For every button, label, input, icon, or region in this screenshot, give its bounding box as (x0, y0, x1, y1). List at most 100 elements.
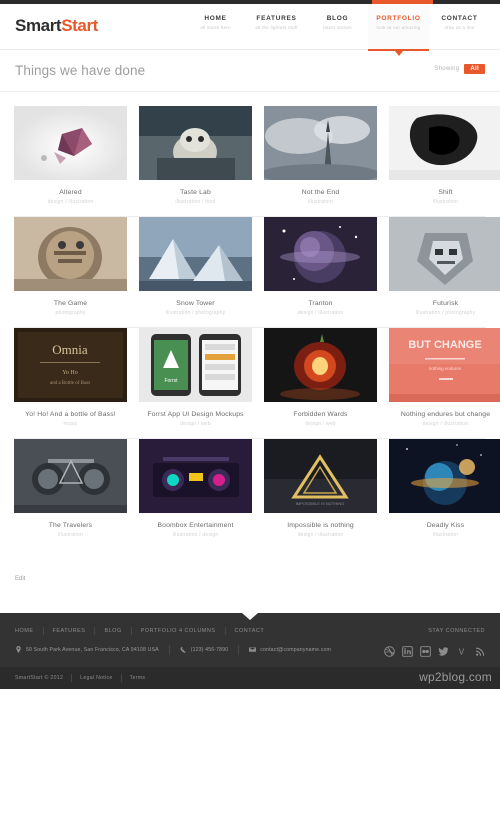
portfolio-item[interactable]: Shift illustration (389, 106, 500, 216)
portfolio-item-category: photography (55, 310, 86, 316)
portfolio-item[interactable]: Forbidden Wards design / web (264, 328, 377, 438)
portfolio-item-category: music (63, 421, 78, 427)
portfolio-caption: Impossible is nothing design / illustrati… (264, 513, 377, 549)
portfolio-item[interactable]: Deadly Kiss illustration (389, 439, 500, 549)
nav-item-home[interactable]: HOME all starts here (185, 4, 246, 50)
nav-item-contact[interactable]: CONTACT drop us a line (429, 4, 490, 50)
portfolio-item[interactable]: The Travelers illustration (14, 439, 127, 549)
portfolio-item[interactable]: Snow Tower illustration / photography (139, 217, 252, 327)
portfolio-thumbnail[interactable] (14, 217, 127, 291)
portfolio-thumbnail[interactable] (264, 328, 377, 402)
portfolio-item[interactable]: Futurisk illustration / photography (389, 217, 500, 327)
portfolio-item[interactable]: Not the End illustration (264, 106, 377, 216)
portfolio-row: The Game photography Snow Tower illustratio… (14, 217, 500, 327)
footer-nav-blog[interactable]: BLOG (95, 627, 132, 635)
footer-phone: (123) 456-7890 (170, 644, 240, 655)
social-icon-dribbble[interactable] (384, 644, 395, 657)
portfolio-item-category: design / web (180, 421, 211, 427)
portfolio-item-title: Yo! Ho! And a bottle of Bass! (25, 411, 116, 418)
social-icon-twitter[interactable] (438, 644, 449, 656)
portfolio-item-category: design / illustration (297, 310, 344, 316)
site-logo[interactable]: SmartStart (15, 16, 98, 36)
portfolio-thumbnail[interactable] (389, 106, 500, 180)
showing-filter-all-button[interactable]: All (464, 64, 485, 74)
footer-nav-home[interactable]: HOME (15, 627, 44, 635)
portfolio-item[interactable]: Omnia Yo Ho and a Bottle of Bass Yo! Ho! An… (14, 328, 127, 438)
portfolio-thumbnail[interactable] (389, 217, 500, 291)
page-title: Things we have done (15, 63, 146, 78)
portfolio-thumbnail[interactable] (389, 439, 500, 513)
portfolio-item-category: design / web (305, 421, 336, 427)
page-root: SmartStart HOME all starts here FEATURES al… (0, 0, 500, 814)
footer-nav-features[interactable]: FEATURES (44, 627, 96, 635)
footer-email-text[interactable]: contact@companyname.com (260, 647, 331, 653)
social-icon-linkedin[interactable] (402, 644, 413, 657)
terms-link[interactable]: Terms (122, 674, 154, 682)
nav-label: FEATURES (256, 15, 297, 22)
social-icon-rss[interactable] (474, 644, 485, 656)
social-icon-vimeo[interactable]: V (456, 644, 467, 657)
portfolio-item-category: illustration / photography (165, 310, 226, 316)
portfolio-item-category: illustration (433, 532, 458, 538)
portfolio-thumbnail[interactable]: IMPOSSIBLE IS NOTHING (264, 439, 377, 513)
nav-label: PORTFOLIO (376, 15, 421, 22)
portfolio-item[interactable]: BUT CHANGE nothing endures Nothing endures… (389, 328, 500, 438)
footer-nav: HOME FEATURES BLOG PORTFOLIO 4 COLUMNS CONTA… (15, 627, 273, 635)
portfolio-row: Altered design / illustration Taste Lab ill… (14, 106, 500, 216)
portfolio-item-category: illustration / food (175, 199, 216, 205)
portfolio-thumbnail[interactable]: Omnia Yo Ho and a Bottle of Bass (14, 328, 127, 402)
nav-item-portfolio[interactable]: PORTFOLIO look at our amazing (368, 4, 429, 56)
legal-notice-link[interactable]: Legal Notice (72, 674, 122, 682)
portfolio-item[interactable]: Tranton design / illustration (264, 217, 377, 327)
portfolio-thumbnail[interactable] (14, 106, 127, 180)
nav-sublabel: latest stories (323, 24, 352, 30)
nav-sublabel: all the lightest stuff (255, 24, 298, 30)
watermark-text: wp2blog.com (419, 670, 492, 684)
portfolio-thumbnail[interactable] (139, 439, 252, 513)
portfolio-thumbnail[interactable]: BUT CHANGE nothing endures (389, 328, 500, 402)
showing-filter: Showing All (434, 64, 485, 74)
portfolio-item[interactable]: Boombox Entertainment illustration / desi… (139, 439, 252, 549)
portfolio-caption: Deadly Kiss illustration (389, 513, 500, 549)
nav-item-blog[interactable]: BLOG latest stories (307, 4, 368, 50)
portfolio-item-title: Forbidden Wards (293, 411, 348, 418)
portfolio-item[interactable]: The Game photography (14, 217, 127, 327)
social-icon-flickr[interactable] (420, 644, 431, 657)
portfolio-thumbnail[interactable]: Forrst (139, 328, 252, 402)
footer-top: HOME FEATURES BLOG PORTFOLIO 4 COLUMNS CONTA… (0, 613, 500, 642)
svg-text:BUT CHANGE: BUT CHANGE (408, 339, 481, 351)
portfolio-item-title: Taste Lab (180, 189, 211, 196)
footer-nav-portfolio-4-columns[interactable]: PORTFOLIO 4 COLUMNS (132, 627, 226, 635)
portfolio-item[interactable]: Altered design / illustration (14, 106, 127, 216)
portfolio-thumbnail[interactable] (139, 217, 252, 291)
location-pin-icon (15, 646, 22, 653)
footer-email: contact@companyname.com (239, 645, 331, 655)
nav-label: BLOG (326, 15, 349, 22)
footer-address-text: 50 South Park Avenue, San Francisco, CA … (26, 646, 159, 653)
site-footer: HOME FEATURES BLOG PORTFOLIO 4 COLUMNS CONTA… (0, 613, 500, 689)
stay-connected-label: STAY CONNECTED (428, 628, 485, 634)
portfolio-caption: Not the End illustration (264, 180, 377, 216)
portfolio-item[interactable]: Forrst Forrst App UI Design Mockups design… (139, 328, 252, 438)
portfolio-item-title: Snow Tower (176, 300, 215, 307)
footer-phone-text[interactable]: (123) 456-7890 (191, 647, 229, 653)
footer-legal: SmartStart © 2012 Legal Notice Terms (15, 674, 153, 682)
showing-label: Showing (434, 66, 460, 72)
envelope-icon (249, 646, 257, 653)
copyright-text: SmartStart © 2012 (15, 674, 73, 682)
portfolio-caption: Forbidden Wards design / web (264, 402, 377, 438)
edit-link[interactable]: Edit (15, 576, 25, 582)
portfolio-item-title: Forrst App UI Design Mockups (147, 411, 244, 418)
nav-item-features[interactable]: FEATURES all the lightest stuff (246, 4, 307, 50)
portfolio-thumbnail[interactable] (264, 217, 377, 291)
footer-nav-contact[interactable]: CONTACT (226, 627, 274, 635)
portfolio-item[interactable]: Taste Lab illustration / food (139, 106, 252, 216)
portfolio-item[interactable]: IMPOSSIBLE IS NOTHING Impossible is nothi… (264, 439, 377, 549)
portfolio-caption: Forrst App UI Design Mockups design / web (139, 402, 252, 438)
portfolio-thumbnail[interactable] (139, 106, 252, 180)
portfolio-item-category: design / illustration (422, 421, 469, 427)
portfolio-caption: The Game photography (14, 291, 127, 327)
portfolio-thumbnail[interactable] (264, 106, 377, 180)
portfolio-caption: Yo! Ho! And a bottle of Bass! music (14, 402, 127, 438)
portfolio-thumbnail[interactable] (14, 439, 127, 513)
